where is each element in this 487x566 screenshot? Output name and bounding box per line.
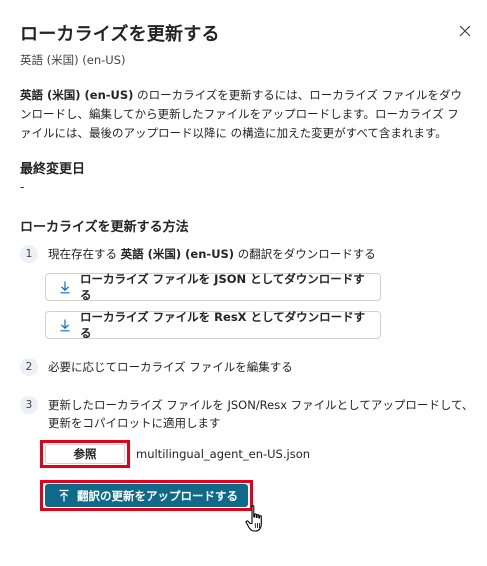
upload-label: 翻訳の更新をアップロードする	[77, 488, 238, 503]
download-json-label: ローカライズ ファイルを JSON としてダウンロードする	[80, 272, 365, 302]
last-modified-value: -	[20, 180, 25, 194]
how-to-heading: ローカライズを更新する方法	[20, 220, 189, 235]
step-3: 3 更新したローカライズ ファイルを JSON/Resx ファイルとしてアップロ…	[20, 396, 478, 432]
browse-button[interactable]: 参照	[45, 444, 125, 464]
upload-translation-button[interactable]: 翻訳の更新をアップロードする	[45, 484, 248, 507]
close-icon[interactable]	[456, 22, 474, 40]
step-1: 1 現在存在する 英語 (米国) (en-US) の翻訳をダウンロードする	[20, 245, 478, 263]
locale-subtitle: 英語 (米国) (en-US)	[20, 53, 126, 67]
step-1-text-before: 現在存在する	[48, 247, 121, 261]
step-2: 2 必要に応じてローカライズ ファイルを編集する	[20, 358, 478, 376]
download-resx-button[interactable]: ローカライズ ファイルを ResX としてダウンロードする	[45, 310, 381, 340]
last-modified-heading: 最終変更日	[20, 162, 86, 177]
download-json-button[interactable]: ローカライズ ファイルを JSON としてダウンロードする	[45, 272, 381, 302]
hand-pointer-cursor-icon	[244, 504, 270, 534]
description-locale: 英語 (米国) (en-US)	[20, 88, 134, 102]
dialog-title: ローカライズを更新する	[20, 24, 220, 45]
update-localization-panel: ローカライズを更新する 英語 (米国) (en-US) 英語 (米国) (en-…	[0, 0, 487, 566]
step-number-badge: 3	[20, 396, 38, 414]
download-arrow-icon	[58, 318, 72, 332]
step-number-badge: 1	[20, 245, 38, 263]
download-arrow-icon	[58, 280, 72, 294]
step-1-locale: 英語 (米国) (en-US)	[120, 247, 235, 261]
close-icon-glyph	[459, 25, 471, 37]
step-2-text: 必要に応じてローカライズ ファイルを編集する	[48, 360, 293, 374]
download-resx-label: ローカライズ ファイルを ResX としてダウンロードする	[80, 310, 366, 340]
step-1-text: 現在存在する 英語 (米国) (en-US) の翻訳をダウンロードする	[48, 245, 478, 263]
step-3-text: 更新したローカライズ ファイルを JSON/Resx ファイルとしてアップロード…	[48, 398, 474, 430]
step-1-text-after: の翻訳をダウンロードする	[234, 247, 376, 261]
upload-arrow-icon	[57, 489, 71, 503]
selected-file-name: multilingual_agent_en-US.json	[136, 447, 311, 461]
step-number-badge: 2	[20, 358, 38, 376]
description-text: 英語 (米国) (en-US) のローカライズを更新するには、ローカライズ ファ…	[20, 86, 470, 143]
